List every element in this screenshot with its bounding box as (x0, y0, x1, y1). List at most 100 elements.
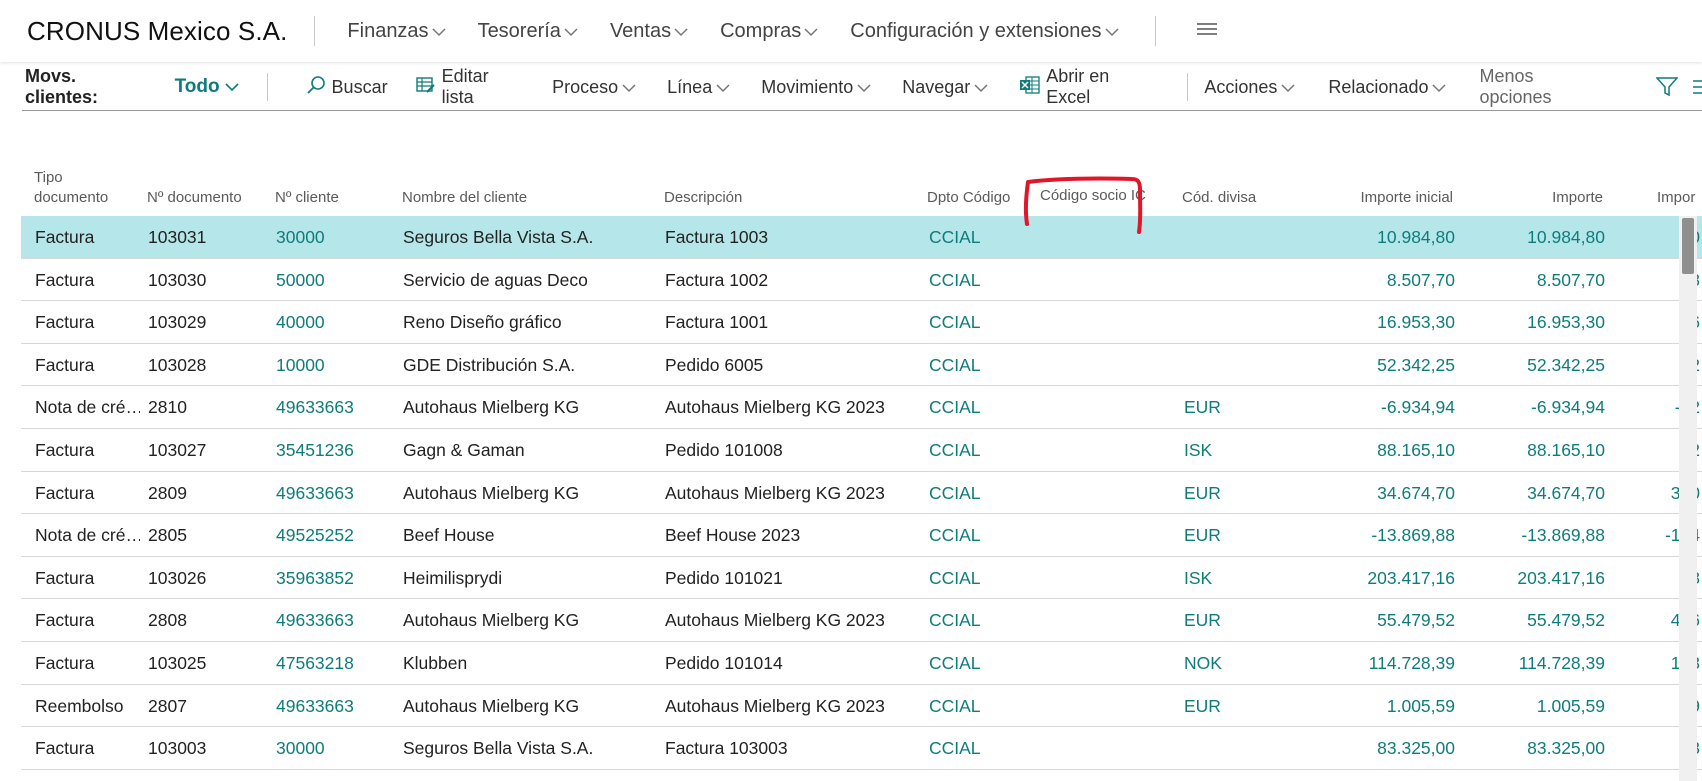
table-row[interactable]: Factura 103003 30000 Seguros Bella Vista S.… (21, 727, 1702, 770)
company-name[interactable]: CRONUS Mexico S.A. (0, 16, 314, 47)
cell-currency[interactable]: NOK (1184, 642, 1264, 684)
vertical-scrollbar[interactable] (1679, 216, 1697, 781)
fewer-options-button[interactable]: Menos opciones (1479, 66, 1604, 108)
table-row[interactable]: Factura 103026 35963852 Heimilisprydi Pedido… (21, 557, 1702, 600)
process-menu[interactable]: Proceso (552, 77, 636, 98)
cell-customer-no[interactable]: 49633663 (276, 472, 386, 514)
scrollbar-thumb[interactable] (1682, 218, 1694, 274)
table-row[interactable]: Factura 103027 35451236 Gagn & Gaman Pedido … (21, 429, 1702, 472)
cell-original-amount[interactable]: -6.934,94 (1271, 386, 1455, 428)
cell-amount[interactable]: 52.342,25 (1461, 344, 1605, 386)
cell-original-amount[interactable]: 34.674,70 (1271, 472, 1455, 514)
cell-dept[interactable]: CCIAL (929, 386, 1029, 428)
cell-original-amount[interactable]: 83.325,00 (1271, 727, 1455, 769)
related-menu[interactable]: Relacionado (1328, 77, 1447, 98)
cell-currency[interactable] (1184, 301, 1264, 343)
cell-amount[interactable]: 55.479,52 (1461, 599, 1605, 641)
cell-amount[interactable]: -6.934,94 (1461, 386, 1605, 428)
cell-dept[interactable]: CCIAL (929, 472, 1029, 514)
cell-amount[interactable]: 88.165,10 (1461, 429, 1605, 471)
cell-currency[interactable]: EUR (1184, 514, 1264, 556)
cell-original-amount[interactable]: 203.417,16 (1271, 557, 1455, 599)
column-header-currency[interactable]: Cód. divisa (1182, 188, 1256, 208)
cell-amount[interactable]: 8.507,70 (1461, 259, 1605, 301)
cell-customer-no[interactable]: 10000 (276, 344, 386, 386)
open-excel-button[interactable]: Abrir en Excel (1020, 66, 1151, 108)
column-header-doc-no[interactable]: Nº documento (147, 188, 242, 208)
line-menu[interactable]: Línea (667, 77, 730, 98)
cell-original-amount[interactable]: 88.165,10 (1271, 429, 1455, 471)
table-row[interactable]: Factura 103031 30000 Seguros Bella Vista S.… (21, 216, 1702, 259)
search-button[interactable]: Buscar (306, 75, 388, 100)
cell-currency[interactable]: EUR (1184, 599, 1264, 641)
table-row[interactable]: Factura 103030 50000 Servicio de aguas Deco… (21, 259, 1702, 302)
table-row[interactable]: Factura 103025 47563218 Klubben Pedido 10101… (21, 642, 1702, 685)
cell-original-amount[interactable]: 1.005,59 (1271, 685, 1455, 727)
cell-original-amount[interactable]: 8.507,70 (1271, 259, 1455, 301)
column-header-customer-no[interactable]: Nº cliente (275, 188, 339, 208)
cell-amount[interactable]: 83.325,00 (1461, 727, 1605, 769)
navigate-menu[interactable]: Navegar (902, 77, 988, 98)
cell-customer-no[interactable]: 47563218 (276, 642, 386, 684)
cell-customer-no[interactable]: 49525252 (276, 514, 386, 556)
cell-customer-no[interactable]: 35451236 (276, 429, 386, 471)
cell-original-amount[interactable]: 114.728,39 (1271, 642, 1455, 684)
cell-currency[interactable] (1184, 727, 1264, 769)
cell-amount[interactable]: 10.984,80 (1461, 216, 1605, 258)
cell-amount[interactable]: 16.953,30 (1461, 301, 1605, 343)
cell-currency[interactable]: ISK (1184, 557, 1264, 599)
cell-dept[interactable]: CCIAL (929, 557, 1029, 599)
cell-dept[interactable]: CCIAL (929, 216, 1029, 258)
columns-icon[interactable] (1692, 78, 1702, 96)
cell-amount[interactable]: -13.869,88 (1461, 514, 1605, 556)
column-header-amount[interactable]: Importe (1461, 188, 1603, 208)
cell-dept[interactable]: CCIAL (929, 301, 1029, 343)
edit-list-button[interactable]: Editar lista (415, 66, 521, 108)
cell-customer-no[interactable]: 30000 (276, 216, 386, 258)
movement-menu[interactable]: Movimiento (761, 77, 871, 98)
cell-currency[interactable]: EUR (1184, 386, 1264, 428)
menu-configuracion[interactable]: Configuración y extensiones (818, 20, 1119, 43)
cell-customer-no[interactable]: 49633663 (276, 599, 386, 641)
table-row[interactable]: Nota de cré… 2805 49525252 Beef House Beef H… (21, 514, 1702, 557)
cell-dept[interactable]: CCIAL (929, 514, 1029, 556)
cell-currency[interactable] (1184, 344, 1264, 386)
cell-customer-no[interactable]: 35963852 (276, 557, 386, 599)
cell-customer-no[interactable]: 49633663 (276, 386, 386, 428)
cell-customer-no[interactable]: 49633663 (276, 685, 386, 727)
table-row[interactable]: Nota de cré… 2810 49633663 Autohaus Mielber… (21, 386, 1702, 429)
cell-original-amount[interactable]: -13.869,88 (1271, 514, 1455, 556)
cell-dept[interactable]: CCIAL (929, 642, 1029, 684)
cell-dept[interactable]: CCIAL (929, 429, 1029, 471)
cell-currency[interactable] (1184, 216, 1264, 258)
cell-dept[interactable]: CCIAL (929, 599, 1029, 641)
cell-dept[interactable]: CCIAL (929, 259, 1029, 301)
cell-amount[interactable]: 203.417,16 (1461, 557, 1605, 599)
column-header-amount-truncated[interactable]: Impor (1657, 188, 1702, 208)
filter-icon[interactable] (1656, 77, 1678, 97)
cell-currency[interactable]: ISK (1184, 429, 1264, 471)
cell-customer-no[interactable]: 30000 (276, 727, 386, 769)
menu-ventas[interactable]: Ventas (578, 20, 688, 43)
cell-amount[interactable]: 114.728,39 (1461, 642, 1605, 684)
cell-currency[interactable]: EUR (1184, 472, 1264, 514)
cell-customer-no[interactable]: 50000 (276, 259, 386, 301)
column-header-description[interactable]: Descripción (664, 188, 742, 208)
cell-amount[interactable]: 34.674,70 (1461, 472, 1605, 514)
cell-currency[interactable] (1184, 259, 1264, 301)
cell-original-amount[interactable]: 55.479,52 (1271, 599, 1455, 641)
menu-compras[interactable]: Compras (688, 20, 818, 43)
column-header-dept[interactable]: Dpto Código (927, 188, 1010, 208)
table-row[interactable]: Factura 103029 40000 Reno Diseño gráfico Fac… (21, 301, 1702, 344)
table-row[interactable]: Factura 103028 10000 GDE Distribución S.A. P… (21, 344, 1702, 387)
cell-original-amount[interactable]: 52.342,25 (1271, 344, 1455, 386)
column-header-customer-name[interactable]: Nombre del cliente (402, 188, 527, 208)
view-filter-dropdown[interactable]: Todo (148, 76, 239, 98)
column-header-doc-type[interactable]: Tipo documento (34, 168, 108, 208)
menu-finanzas[interactable]: Finanzas (315, 20, 446, 43)
column-header-original-amount[interactable]: Importe inicial (1271, 188, 1453, 208)
cell-dept[interactable]: CCIAL (929, 685, 1029, 727)
cell-original-amount[interactable]: 16.953,30 (1271, 301, 1455, 343)
cell-dept[interactable]: CCIAL (929, 344, 1029, 386)
table-row[interactable]: Reembolso 2807 49633663 Autohaus Mielberg K… (21, 685, 1702, 728)
